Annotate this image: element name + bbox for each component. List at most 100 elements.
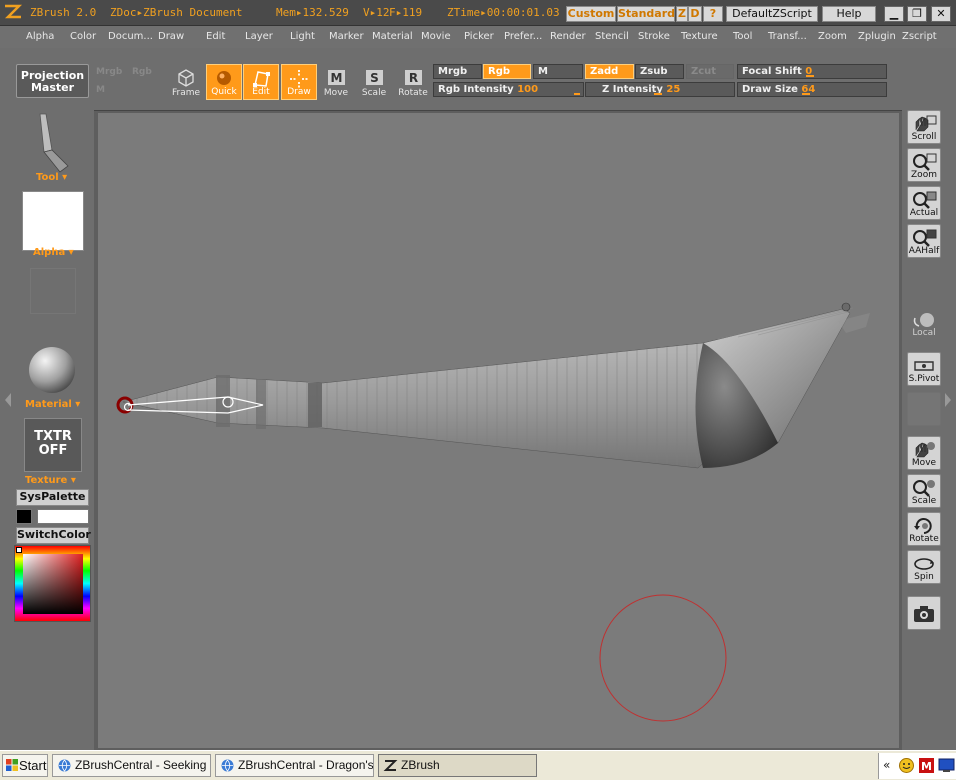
- menu-material[interactable]: Material: [372, 31, 413, 42]
- txtr-label: TXTR: [34, 429, 72, 444]
- menu-transform[interactable]: Transf...: [768, 31, 807, 42]
- menu-zplugin[interactable]: Zplugin: [858, 31, 896, 42]
- zadd-button[interactable]: Zadd: [585, 64, 634, 79]
- menu-zoom[interactable]: Zoom: [818, 31, 847, 42]
- scroll-button[interactable]: Scroll: [907, 110, 941, 144]
- camera-button[interactable]: [907, 596, 941, 630]
- menu-document[interactable]: Docum...: [108, 31, 153, 42]
- zoom-label: Zoom: [911, 170, 937, 180]
- move-mode-button[interactable]: M Move: [320, 64, 352, 100]
- svg-text:R: R: [409, 71, 418, 85]
- move-button[interactable]: Move: [907, 436, 941, 470]
- menu-marker[interactable]: Marker: [329, 31, 364, 42]
- start-button[interactable]: Start: [2, 754, 48, 777]
- taskbar-item-zbrushcentral-dragons[interactable]: ZBrushCentral - Dragon's ...: [215, 754, 374, 777]
- local-label: Local: [912, 328, 936, 338]
- color-picker[interactable]: [14, 545, 91, 622]
- menu-movie[interactable]: Movie: [421, 31, 451, 42]
- spin-button[interactable]: Spin: [907, 550, 941, 584]
- focal-shift-slider[interactable]: Focal Shift 0: [737, 64, 887, 79]
- menu-stencil[interactable]: Stencil: [595, 31, 629, 42]
- aahalf-label: AAHalf: [908, 246, 940, 256]
- menu-light[interactable]: Light: [290, 31, 315, 42]
- scale-mode-label: Scale: [361, 88, 387, 98]
- main-color-swatch[interactable]: [37, 509, 89, 524]
- menu-preferences[interactable]: Prefer...: [504, 31, 542, 42]
- draw-size-slider[interactable]: Draw Size 64: [737, 82, 887, 97]
- zsub-button[interactable]: Zsub: [635, 64, 684, 79]
- standard-button[interactable]: Standard: [617, 6, 675, 22]
- sculpt-model[interactable]: [98, 113, 899, 748]
- right-tray-toggle-icon[interactable]: [944, 392, 952, 408]
- restore-button[interactable]: ❐: [907, 6, 927, 22]
- aahalf-button[interactable]: AAHalf: [907, 224, 941, 258]
- brush-cursor: [599, 594, 727, 722]
- projection-master-button[interactable]: Projection Master: [16, 64, 89, 98]
- taskbar-item-zbrushcentral-seeking[interactable]: ZBrushCentral - Seeking ...: [52, 754, 211, 777]
- texture-label[interactable]: Texture ▾: [25, 475, 76, 486]
- help-button[interactable]: Help: [822, 6, 876, 22]
- spivot-button[interactable]: S.Pivot: [907, 352, 941, 386]
- minimize-button[interactable]: ▁: [884, 6, 904, 22]
- mrgb-button[interactable]: Mrgb: [433, 64, 482, 79]
- messenger-smiley-icon[interactable]: [898, 757, 915, 774]
- display-monitor-icon[interactable]: [938, 757, 955, 774]
- rotate-mode-button[interactable]: R Rotate: [396, 64, 430, 100]
- scale-label: Scale: [911, 496, 937, 506]
- frame-button[interactable]: Frame: [168, 64, 204, 100]
- browser-icon: [58, 759, 71, 772]
- menu-layer[interactable]: Layer: [245, 31, 273, 42]
- actual-button[interactable]: Actual: [907, 186, 941, 220]
- menu-stroke[interactable]: Stroke: [638, 31, 670, 42]
- d-button[interactable]: D: [688, 6, 702, 22]
- close-button[interactable]: ✕: [931, 6, 951, 22]
- rgb-button[interactable]: Rgb: [483, 64, 531, 79]
- menu-tool[interactable]: Tool: [733, 31, 752, 42]
- menu-texture[interactable]: Texture: [681, 31, 718, 42]
- draw-button[interactable]: Draw: [281, 64, 317, 100]
- z-button[interactable]: Z: [676, 6, 688, 22]
- texture-off-button[interactable]: TXTR OFF: [24, 418, 82, 472]
- actual-label: Actual: [909, 208, 939, 218]
- syspalette-button[interactable]: SysPalette: [16, 489, 89, 506]
- spivot-label: S.Pivot: [908, 374, 940, 384]
- menu-render[interactable]: Render: [550, 31, 586, 42]
- help-question-button[interactable]: ?: [703, 6, 723, 22]
- menu-color[interactable]: Color: [70, 31, 96, 42]
- menu-edit[interactable]: Edit: [206, 31, 225, 42]
- tool-brush-icon[interactable]: [30, 110, 74, 176]
- quick-button[interactable]: Quick: [206, 64, 242, 100]
- secondary-color-swatch[interactable]: [16, 509, 32, 524]
- custom-button[interactable]: Custom: [566, 6, 616, 22]
- menu-zscript[interactable]: Zscript: [902, 31, 937, 42]
- alpha-label[interactable]: Alpha ▾: [33, 247, 74, 258]
- task-label-seeking: ZBrushCentral - Seeking ...: [75, 758, 211, 772]
- app-title: ZBrush 2.0: [30, 6, 97, 19]
- z-intensity-slider[interactable]: Z Intensity 25: [585, 82, 735, 97]
- spin-icon: [914, 558, 934, 570]
- document-canvas[interactable]: [98, 113, 899, 748]
- taskbar-item-zbrush[interactable]: ZBrush: [378, 754, 537, 777]
- switchcolor-button[interactable]: SwitchColor: [16, 527, 91, 544]
- left-tray-toggle-icon[interactable]: [4, 392, 12, 408]
- scale-button[interactable]: Scale: [907, 474, 941, 508]
- mcafee-shield-icon[interactable]: M: [918, 757, 935, 774]
- scale-mode-button[interactable]: S Scale: [358, 64, 390, 100]
- color-sv-square[interactable]: [23, 554, 83, 614]
- tray-chevron-icon[interactable]: «: [883, 758, 890, 772]
- material-sphere-icon[interactable]: [28, 346, 78, 396]
- material-label[interactable]: Material ▾: [25, 399, 80, 410]
- alpha-swatch[interactable]: [22, 191, 84, 251]
- edit-button[interactable]: Edit: [243, 64, 279, 100]
- rgb-intensity-slider[interactable]: Rgb Intensity 100: [433, 82, 584, 97]
- zoom-button[interactable]: Zoom: [907, 148, 941, 182]
- menu-picker[interactable]: Picker: [464, 31, 494, 42]
- tool-label[interactable]: Tool ▾: [36, 172, 67, 183]
- default-zscript-button[interactable]: DefaultZScript: [726, 6, 818, 22]
- local-button[interactable]: Local: [907, 306, 941, 340]
- zcut-button[interactable]: Zcut: [686, 64, 734, 79]
- rotate-button[interactable]: Rotate: [907, 512, 941, 546]
- m-button[interactable]: M: [533, 64, 583, 79]
- menu-draw[interactable]: Draw: [158, 31, 184, 42]
- menu-alpha[interactable]: Alpha: [26, 31, 54, 42]
